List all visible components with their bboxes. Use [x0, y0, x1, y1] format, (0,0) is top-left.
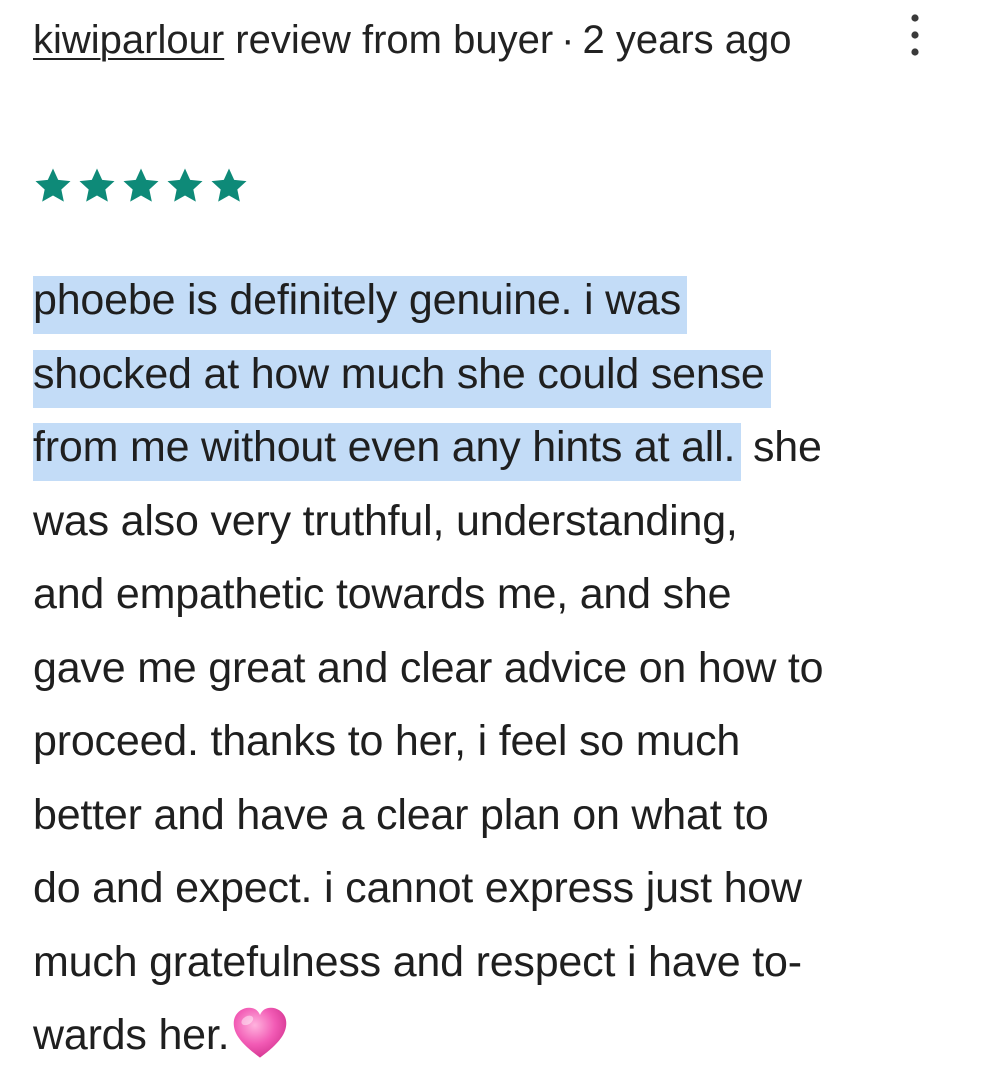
review-line: do and expect. i cannot express just how: [33, 864, 802, 912]
review-text: she: [741, 423, 822, 471]
review-text: wards her.: [33, 1011, 230, 1059]
star-icon: [79, 168, 115, 202]
review-line: from me without even any hints at all. s…: [33, 411, 968, 485]
star-icon: [167, 168, 203, 202]
review-meta-label: review from buyer: [235, 18, 554, 62]
meta-separator: ·: [561, 18, 575, 62]
review-header: kiwiparlour review from buyer · 2 years ag…: [33, 6, 863, 74]
review-line: much gratefulness and respect i have to-: [33, 937, 802, 986]
review-time: 2 years ago: [582, 18, 792, 62]
highlighted-text: from me without even any hints at all.: [33, 423, 742, 481]
highlighted-text: phoebe is definitely genuine. i was: [33, 276, 687, 334]
more-options-button[interactable]: [893, 10, 937, 66]
review-line: shocked at how much she could sense: [33, 338, 968, 412]
review-line: proceed. thanks to her, i feel so much: [33, 717, 741, 765]
star-icon: [123, 168, 159, 202]
pink-heart-icon: [234, 1007, 287, 1058]
review-line: and empathetic towards me, and she: [33, 570, 732, 618]
star-icon: [35, 168, 71, 202]
kebab-menu-icon: [911, 14, 919, 56]
review-line: wards her.: [33, 999, 968, 1073]
review-line: was also very truthful, understanding,: [33, 496, 738, 545]
review-card: kiwiparlour review from buyer · 2 years ag…: [0, 0, 987, 1080]
review-line: phoebe is definitely genuine. i was: [33, 264, 968, 338]
review-line: gave me great and clear advice on how to: [33, 643, 824, 692]
review-body: phoebe is definitely genuine. i was shoc…: [33, 264, 968, 1073]
review-line: better and have a clear plan on what to: [33, 790, 769, 839]
star-icon: [211, 168, 247, 202]
star-rating: [33, 166, 249, 206]
highlighted-text: shocked at how much she could sense: [33, 349, 771, 408]
username-link[interactable]: kiwiparlour: [33, 18, 224, 62]
